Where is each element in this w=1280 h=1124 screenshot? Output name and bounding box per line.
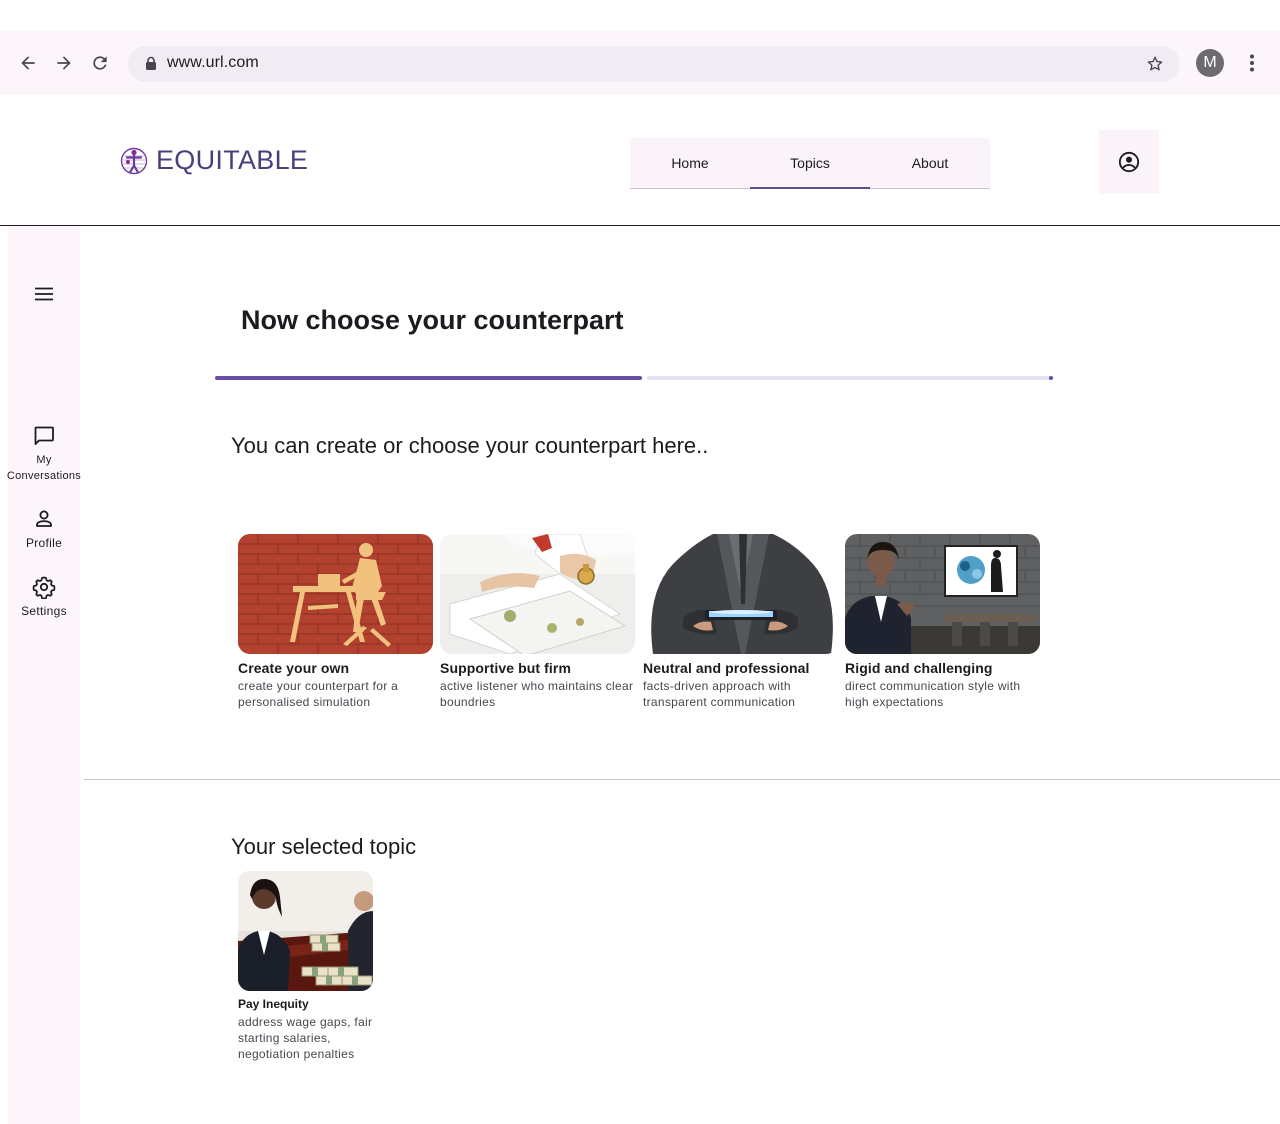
tab-topics[interactable]: Topics xyxy=(750,138,870,189)
counterpart-card-neutral-and-professional[interactable]: Neutral and professional facts-driven ap… xyxy=(643,534,838,710)
progress-end-dot xyxy=(1049,376,1053,380)
progress-completed xyxy=(215,376,642,380)
section-divider xyxy=(84,779,1280,780)
card-image xyxy=(845,534,1040,654)
equitable-logo-icon xyxy=(120,147,148,174)
rail-item-label: Profile xyxy=(25,536,63,550)
primary-nav: Home Topics About xyxy=(630,138,990,189)
account-button[interactable] xyxy=(1099,130,1159,194)
reload-icon xyxy=(93,56,107,70)
chat-icon xyxy=(34,426,54,445)
person-icon xyxy=(36,510,52,527)
address-bar[interactable]: www.url.com xyxy=(128,46,1180,82)
rail-label-line: Conversations xyxy=(6,470,82,482)
card-title: Create your own xyxy=(238,660,350,676)
counterpart-card-create-your-own[interactable]: Create your own create your counterpart … xyxy=(238,534,433,710)
section-subtitle: You can create or choose your counterpar… xyxy=(231,433,709,458)
pay-inequity-meeting-image xyxy=(238,871,373,991)
lock-icon xyxy=(146,56,156,70)
card-description: direct communication style with high exp… xyxy=(845,679,1021,709)
arrow-right-icon xyxy=(57,56,71,70)
header-divider xyxy=(0,225,1280,226)
selected-topic-heading: Your selected topic xyxy=(231,834,417,859)
navigation-rail: My Conversations Profile Settings xyxy=(7,226,81,1124)
counterpart-card-rigid-and-challenging[interactable]: Rigid and challenging direct communicati… xyxy=(845,534,1040,710)
card-description: active listener who maintains clear boun… xyxy=(440,679,634,709)
rail-item-my-conversations[interactable]: My Conversations xyxy=(7,424,81,484)
suited-man-tablet-image xyxy=(643,534,838,654)
rail-item-label: Settings xyxy=(21,604,67,618)
progress-remaining xyxy=(647,376,1053,380)
star-icon[interactable] xyxy=(1146,55,1164,73)
brand-logo[interactable]: EQUITABLE xyxy=(120,145,308,176)
topic-image xyxy=(238,871,373,991)
rail-item-profile[interactable]: Profile xyxy=(8,507,80,551)
forward-button[interactable] xyxy=(46,45,82,81)
card-description: facts-driven approach with transparent c… xyxy=(643,679,796,709)
card-image xyxy=(643,534,838,654)
brick-wall-mural-image xyxy=(238,534,433,654)
tab-label: Topics xyxy=(790,155,830,171)
hamburger-menu-icon xyxy=(35,287,53,301)
gear-icon xyxy=(32,576,56,599)
topic-description: address wage gaps, fair starting salarie… xyxy=(238,1015,373,1061)
url-text: www.url.com xyxy=(167,54,259,71)
card-image xyxy=(238,534,433,654)
browser-toolbar: www.url.com M xyxy=(0,31,1280,95)
page-title: Now choose your counterpart xyxy=(241,305,624,335)
card-description: create your counterpart for a personalis… xyxy=(238,679,399,709)
browser-profile-avatar[interactable]: M xyxy=(1196,49,1224,77)
tab-label: About xyxy=(911,155,949,171)
reload-button[interactable] xyxy=(82,45,118,81)
arrow-left-icon xyxy=(21,56,35,70)
menu-button[interactable] xyxy=(28,282,60,306)
account-circle-icon xyxy=(1118,151,1140,173)
topic-title: Pay Inequity xyxy=(238,997,309,1011)
card-title: Neutral and professional xyxy=(643,660,810,676)
brand-name: EQUITABLE xyxy=(156,145,309,175)
rail-item-label: My Conversations xyxy=(7,452,81,484)
selected-topic-card[interactable]: Pay Inequity address wage gaps, fair sta… xyxy=(238,871,373,1062)
back-button[interactable] xyxy=(10,45,46,81)
tab-home[interactable]: Home xyxy=(630,138,750,188)
businesswoman-office-image xyxy=(845,534,1040,654)
tab-label: Home xyxy=(671,155,709,171)
card-title: Supportive but firm xyxy=(440,660,572,676)
documents-hands-image xyxy=(440,534,635,654)
rail-item-settings[interactable]: Settings xyxy=(8,575,80,619)
more-vert-icon xyxy=(1250,54,1254,72)
tab-about[interactable]: About xyxy=(870,138,990,188)
counterpart-card-supportive-but-firm[interactable]: Supportive but firm active listener who … xyxy=(440,534,635,710)
browser-menu-button[interactable] xyxy=(1238,49,1266,77)
card-image xyxy=(440,534,635,654)
card-title: Rigid and challenging xyxy=(845,660,993,676)
rail-label-line: My xyxy=(36,454,52,466)
